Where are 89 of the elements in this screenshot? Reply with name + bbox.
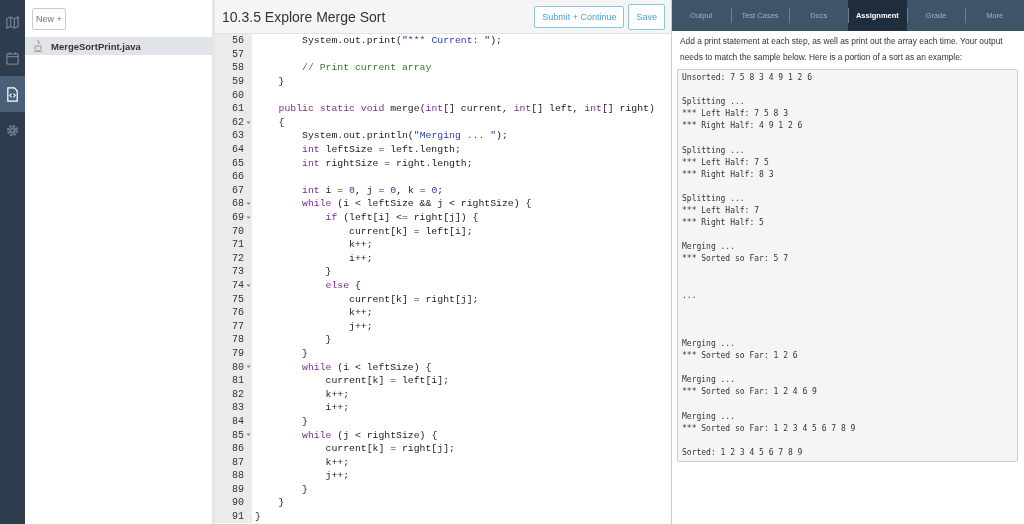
line-number: 88	[232, 470, 244, 482]
code-line: current[k] = right[j];	[348, 293, 479, 305]
submit-continue-button[interactable]: Submit + Continue	[534, 5, 625, 28]
line-number: 70	[232, 225, 244, 237]
line-number: 85	[232, 429, 244, 441]
code-line: System.out.println("Merging ... ");	[301, 130, 508, 142]
file-name: MergeSortPrint.java	[51, 40, 141, 52]
line-number: 81	[232, 375, 244, 387]
line-number: 56	[232, 35, 244, 47]
code-line: while (i < leftSize) {	[301, 361, 432, 373]
code-line: k++;	[324, 456, 350, 468]
sample-output: Unsorted: 7 5 8 3 4 9 1 2 6 Splitting ... *** Left Half: 7 5 8 3 *** Right Half: 4 9 1 2 6 Splitting ... *** Left Half: 7 5 *** Right Half: 8 3 Splitting ... *** Left Half: 7 *** Right Half: 5 Merging ... *** Sorted so Far: 5 7 ... Merging ... *** Sorted so Far: 1 2 6 Merging ... *** Sorted so Far: 1 2 4 6 9 Merging ... *** Sorted so Far: 1 2 3 4 5 6 7 8 9 Sorted: 1 2 3 4 5 6 7 8 9	[677, 69, 1018, 462]
line-number: 86	[232, 443, 244, 455]
line-number: 76	[232, 307, 244, 319]
fold-arrow-icon[interactable]	[246, 214, 251, 220]
code-line: int i = 0, j = 0, k = 0;	[301, 184, 444, 196]
code-line: }	[255, 511, 261, 523]
line-number: 68	[232, 198, 244, 210]
line-number: 82	[232, 388, 244, 400]
assignment-title: 10.3.5 Explore Merge Sort	[222, 8, 387, 25]
code-line: k++;	[324, 388, 350, 400]
code-line: else {	[324, 280, 361, 291]
line-number: 79	[232, 347, 244, 359]
line-number: 58	[232, 62, 244, 74]
code-line: k++;	[348, 239, 373, 251]
line-number: 62	[232, 116, 244, 128]
code-line: }	[324, 334, 332, 346]
line-number: 80	[232, 361, 244, 373]
fold-arrow-icon[interactable]	[246, 432, 251, 438]
calendar-icon	[5, 50, 20, 66]
code-line: int rightSize = right.length;	[301, 157, 473, 169]
line-number: 66	[232, 171, 244, 183]
code-line: j++;	[348, 320, 373, 332]
code-line: i++;	[324, 402, 350, 414]
line-number: 67	[232, 184, 244, 196]
code-line: }	[301, 415, 308, 427]
line-number: 75	[232, 293, 244, 305]
file-item[interactable]: MergeSortPrint.java	[25, 37, 212, 55]
code-line: }	[301, 347, 308, 359]
line-number: 65	[232, 157, 244, 169]
fold-arrow-icon[interactable]	[246, 201, 251, 207]
line-number: 73	[232, 266, 244, 278]
code-line: while (i < leftSize && j < rightSize) {	[301, 198, 532, 210]
code-line: // Print current array	[301, 62, 432, 74]
code-line: current[k] = left[i];	[348, 225, 473, 237]
code-line: current[k] = left[i];	[324, 375, 449, 387]
code-line: j++;	[324, 470, 350, 482]
line-number: 78	[232, 334, 244, 346]
new-file-button[interactable]: New +	[32, 7, 66, 30]
code-file-icon	[5, 86, 20, 102]
code-line: while (j < rightSize) {	[301, 429, 438, 441]
save-button[interactable]: Save	[628, 3, 665, 30]
code-line: k++;	[348, 307, 373, 319]
code-line: }	[277, 497, 285, 509]
code-line: }	[277, 76, 285, 88]
line-number: 60	[232, 89, 244, 101]
line-number: 87	[232, 456, 244, 468]
code-line: }	[324, 266, 332, 278]
code-line: i++;	[348, 252, 373, 264]
line-number: 63	[232, 130, 244, 142]
code-line: System.out.print("*** Current: ");	[301, 35, 502, 47]
fold-arrow-icon[interactable]	[246, 119, 251, 125]
line-number: 90	[232, 497, 244, 509]
line-number: 77	[232, 320, 244, 332]
code-line: }	[301, 483, 308, 495]
code-line: {	[277, 116, 285, 128]
sidebar-tab[interactable]	[0, 76, 25, 112]
code-line: public static void merge(int[] current, int[] left, int[] right)	[277, 103, 655, 115]
fold-arrow-icon[interactable]	[246, 364, 251, 370]
line-number: 74	[232, 280, 244, 291]
fold-arrow-icon[interactable]	[246, 282, 251, 288]
line-number: 89	[232, 483, 244, 495]
code-line: if (left[i] <= right[j]) {	[324, 212, 479, 223]
line-number: 61	[232, 103, 244, 115]
line-number: 57	[232, 48, 244, 60]
code-line: current[k] = right[j];	[324, 443, 455, 455]
instructions-text: Add a print statement at each step, as well as print out the array each time. Your output needs to match the sample below. Here is a portion of a sort as an example:	[680, 35, 1004, 64]
code-line: int leftSize = left.length;	[301, 144, 461, 156]
coffee-cup-icon	[33, 40, 43, 52]
line-number: 72	[232, 252, 244, 264]
line-number: 69	[232, 212, 244, 223]
line-number: 71	[232, 239, 244, 251]
line-number: 59	[232, 76, 244, 88]
line-number: 64	[232, 144, 244, 156]
line-number: 83	[232, 402, 244, 414]
line-number: 84	[232, 415, 244, 427]
settings-icon	[5, 122, 20, 138]
line-number: 91	[232, 511, 244, 523]
map-icon	[5, 14, 20, 30]
